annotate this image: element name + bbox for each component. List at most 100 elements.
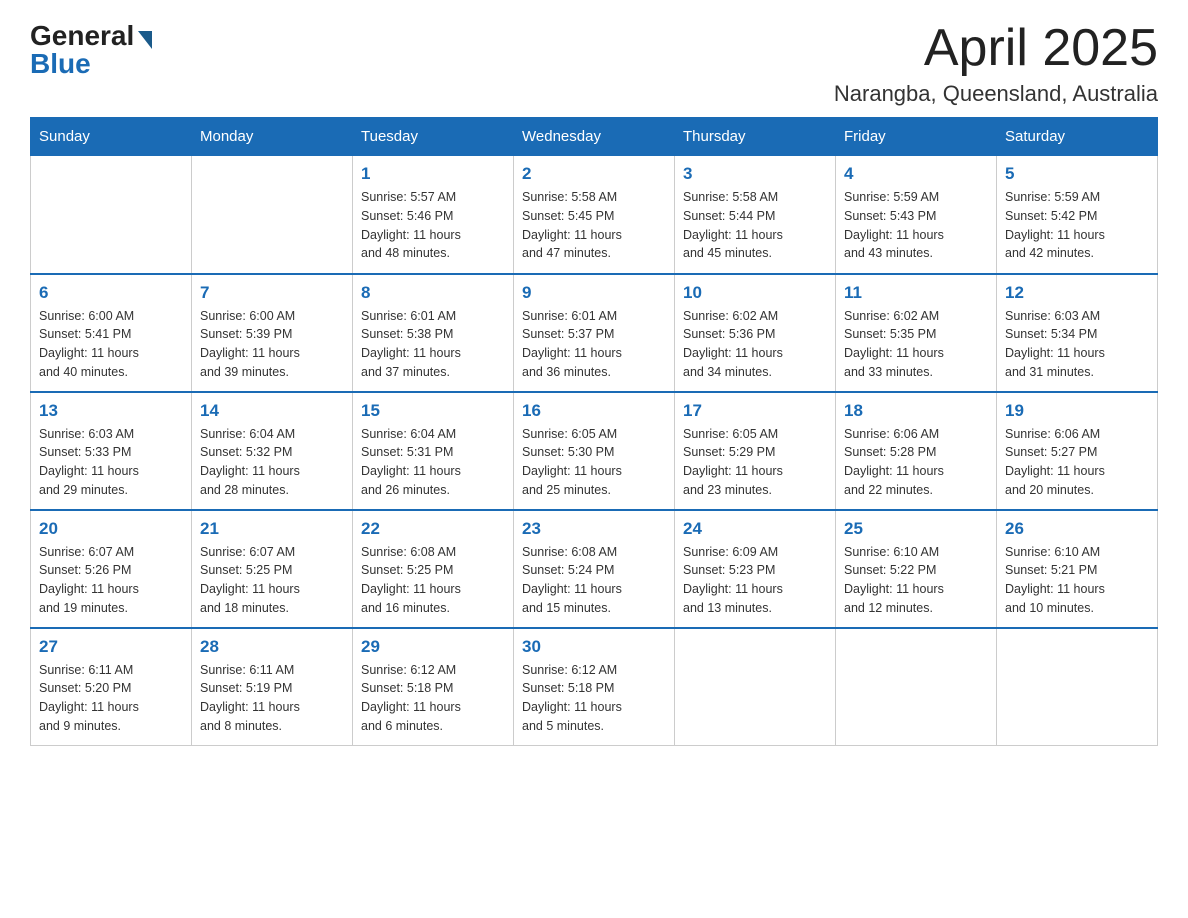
day-info: Sunrise: 6:07 AM Sunset: 5:25 PM Dayligh…	[200, 543, 344, 618]
title-block: April 2025 Narangba, Queensland, Austral…	[834, 20, 1158, 107]
day-number: 30	[522, 637, 666, 657]
calendar-cell: 5 Sunrise: 5:59 AM Sunset: 5:42 PM Daylig…	[997, 156, 1158, 274]
day-number: 25	[844, 519, 988, 539]
day-info: Sunrise: 6:11 AM Sunset: 5:19 PM Dayligh…	[200, 661, 344, 736]
calendar-week-row: 13 Sunrise: 6:03 AM Sunset: 5:33 PM Dayli…	[31, 392, 1158, 510]
day-number: 1	[361, 164, 505, 184]
day-number: 4	[844, 164, 988, 184]
calendar-week-row: 6 Sunrise: 6:00 AM Sunset: 5:41 PM Daylig…	[31, 274, 1158, 392]
calendar-cell: 18Sunrise: 6:06 AM Sunset: 5:28 PM Dayli…	[836, 392, 997, 510]
day-number: 13	[39, 401, 183, 421]
day-info: Sunrise: 6:04 AM Sunset: 5:31 PM Dayligh…	[361, 425, 505, 500]
day-number: 16	[522, 401, 666, 421]
day-info: Sunrise: 5:58 AM Sunset: 5:44 PM Dayligh…	[683, 188, 827, 263]
day-number: 14	[200, 401, 344, 421]
day-info: Sunrise: 6:06 AM Sunset: 5:27 PM Dayligh…	[1005, 425, 1149, 500]
calendar-cell: 10 Sunrise: 6:02 AM Sunset: 5:36 PM Dayli…	[675, 274, 836, 392]
day-number: 9	[522, 283, 666, 303]
calendar-header-row: SundayMondayTuesdayWednesdayThursdayFrid…	[31, 118, 1158, 156]
calendar-cell: 3 Sunrise: 5:58 AM Sunset: 5:44 PM Daylig…	[675, 156, 836, 274]
calendar-cell: 4 Sunrise: 5:59 AM Sunset: 5:43 PM Daylig…	[836, 156, 997, 274]
calendar-cell: 23 Sunrise: 6:08 AM Sunset: 5:24 PM Dayli…	[514, 510, 675, 628]
day-info: Sunrise: 6:08 AM Sunset: 5:24 PM Dayligh…	[522, 543, 666, 618]
day-info: Sunrise: 6:08 AM Sunset: 5:25 PM Dayligh…	[361, 543, 505, 618]
day-number: 17	[683, 401, 827, 421]
calendar-cell	[31, 156, 192, 274]
page-header: General Blue April 2025 Narangba, Queens…	[30, 20, 1158, 107]
calendar-week-row: 27Sunrise: 6:11 AM Sunset: 5:20 PM Dayli…	[31, 628, 1158, 746]
column-header-monday: Monday	[192, 118, 353, 156]
calendar-cell: 9 Sunrise: 6:01 AM Sunset: 5:37 PM Daylig…	[514, 274, 675, 392]
calendar-cell: 24Sunrise: 6:09 AM Sunset: 5:23 PM Dayli…	[675, 510, 836, 628]
day-number: 7	[200, 283, 344, 303]
day-info: Sunrise: 6:00 AM Sunset: 5:39 PM Dayligh…	[200, 307, 344, 382]
calendar-cell: 7 Sunrise: 6:00 AM Sunset: 5:39 PM Daylig…	[192, 274, 353, 392]
day-info: Sunrise: 6:02 AM Sunset: 5:35 PM Dayligh…	[844, 307, 988, 382]
column-header-saturday: Saturday	[997, 118, 1158, 156]
day-number: 15	[361, 401, 505, 421]
calendar-cell: 6 Sunrise: 6:00 AM Sunset: 5:41 PM Daylig…	[31, 274, 192, 392]
day-info: Sunrise: 6:01 AM Sunset: 5:38 PM Dayligh…	[361, 307, 505, 382]
day-info: Sunrise: 6:03 AM Sunset: 5:34 PM Dayligh…	[1005, 307, 1149, 382]
day-info: Sunrise: 6:01 AM Sunset: 5:37 PM Dayligh…	[522, 307, 666, 382]
day-number: 6	[39, 283, 183, 303]
day-number: 20	[39, 519, 183, 539]
day-info: Sunrise: 5:59 AM Sunset: 5:43 PM Dayligh…	[844, 188, 988, 263]
day-number: 11	[844, 283, 988, 303]
day-number: 8	[361, 283, 505, 303]
day-info: Sunrise: 5:57 AM Sunset: 5:46 PM Dayligh…	[361, 188, 505, 263]
calendar-cell: 17 Sunrise: 6:05 AM Sunset: 5:29 PM Dayli…	[675, 392, 836, 510]
calendar-cell: 14 Sunrise: 6:04 AM Sunset: 5:32 PM Dayli…	[192, 392, 353, 510]
day-number: 26	[1005, 519, 1149, 539]
calendar-cell: 15 Sunrise: 6:04 AM Sunset: 5:31 PM Dayli…	[353, 392, 514, 510]
day-number: 5	[1005, 164, 1149, 184]
calendar-cell	[997, 628, 1158, 746]
calendar-cell: 25 Sunrise: 6:10 AM Sunset: 5:22 PM Dayli…	[836, 510, 997, 628]
column-header-thursday: Thursday	[675, 118, 836, 156]
logo-arrow-icon	[138, 31, 152, 49]
day-number: 24	[683, 519, 827, 539]
day-info: Sunrise: 6:02 AM Sunset: 5:36 PM Dayligh…	[683, 307, 827, 382]
column-header-tuesday: Tuesday	[353, 118, 514, 156]
calendar-cell: 20 Sunrise: 6:07 AM Sunset: 5:26 PM Dayli…	[31, 510, 192, 628]
day-number: 2	[522, 164, 666, 184]
day-number: 29	[361, 637, 505, 657]
calendar-cell	[675, 628, 836, 746]
calendar-cell: 27Sunrise: 6:11 AM Sunset: 5:20 PM Dayli…	[31, 628, 192, 746]
day-number: 3	[683, 164, 827, 184]
day-info: Sunrise: 6:03 AM Sunset: 5:33 PM Dayligh…	[39, 425, 183, 500]
calendar-cell: 1 Sunrise: 5:57 AM Sunset: 5:46 PM Daylig…	[353, 156, 514, 274]
day-info: Sunrise: 6:04 AM Sunset: 5:32 PM Dayligh…	[200, 425, 344, 500]
day-info: Sunrise: 6:05 AM Sunset: 5:29 PM Dayligh…	[683, 425, 827, 500]
day-number: 10	[683, 283, 827, 303]
logo: General Blue	[30, 20, 152, 80]
column-header-wednesday: Wednesday	[514, 118, 675, 156]
calendar-cell: 13 Sunrise: 6:03 AM Sunset: 5:33 PM Dayli…	[31, 392, 192, 510]
calendar-week-row: 1 Sunrise: 5:57 AM Sunset: 5:46 PM Daylig…	[31, 156, 1158, 274]
calendar-cell: 28 Sunrise: 6:11 AM Sunset: 5:19 PM Dayli…	[192, 628, 353, 746]
day-info: Sunrise: 6:00 AM Sunset: 5:41 PM Dayligh…	[39, 307, 183, 382]
calendar-cell: 30 Sunrise: 6:12 AM Sunset: 5:18 PM Dayli…	[514, 628, 675, 746]
logo-blue-text: Blue	[30, 48, 91, 80]
calendar-cell: 11 Sunrise: 6:02 AM Sunset: 5:35 PM Dayli…	[836, 274, 997, 392]
day-info: Sunrise: 6:07 AM Sunset: 5:26 PM Dayligh…	[39, 543, 183, 618]
calendar-cell	[836, 628, 997, 746]
calendar-week-row: 20 Sunrise: 6:07 AM Sunset: 5:26 PM Dayli…	[31, 510, 1158, 628]
day-number: 23	[522, 519, 666, 539]
day-info: Sunrise: 6:05 AM Sunset: 5:30 PM Dayligh…	[522, 425, 666, 500]
day-number: 19	[1005, 401, 1149, 421]
calendar-cell: 16 Sunrise: 6:05 AM Sunset: 5:30 PM Dayli…	[514, 392, 675, 510]
day-info: Sunrise: 6:06 AM Sunset: 5:28 PM Dayligh…	[844, 425, 988, 500]
column-header-sunday: Sunday	[31, 118, 192, 156]
day-info: Sunrise: 6:12 AM Sunset: 5:18 PM Dayligh…	[522, 661, 666, 736]
day-number: 27	[39, 637, 183, 657]
day-number: 28	[200, 637, 344, 657]
calendar-cell: 26Sunrise: 6:10 AM Sunset: 5:21 PM Dayli…	[997, 510, 1158, 628]
day-info: Sunrise: 5:59 AM Sunset: 5:42 PM Dayligh…	[1005, 188, 1149, 263]
day-info: Sunrise: 6:10 AM Sunset: 5:22 PM Dayligh…	[844, 543, 988, 618]
calendar-cell: 12Sunrise: 6:03 AM Sunset: 5:34 PM Dayli…	[997, 274, 1158, 392]
calendar-cell: 22Sunrise: 6:08 AM Sunset: 5:25 PM Dayli…	[353, 510, 514, 628]
calendar-cell: 8 Sunrise: 6:01 AM Sunset: 5:38 PM Daylig…	[353, 274, 514, 392]
calendar-cell: 21Sunrise: 6:07 AM Sunset: 5:25 PM Dayli…	[192, 510, 353, 628]
calendar-cell: 19 Sunrise: 6:06 AM Sunset: 5:27 PM Dayli…	[997, 392, 1158, 510]
